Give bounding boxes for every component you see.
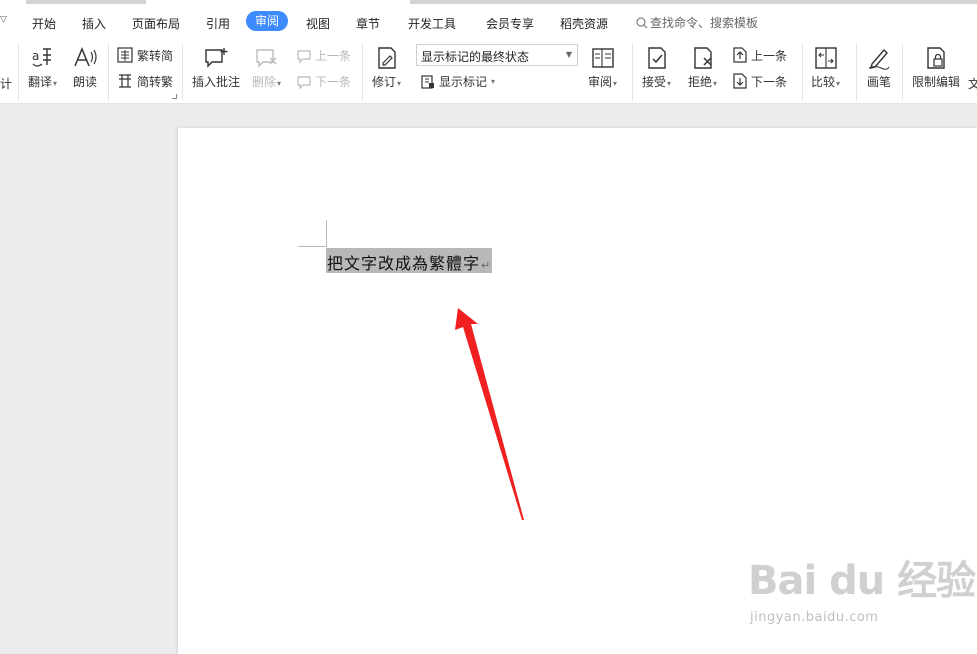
simp-trad-icon [119,74,131,88]
review-label: 审阅 [588,75,613,89]
next-change-label: 下一条 [751,74,788,89]
selected-text-content: 把文字改成為繁體字 [327,254,481,273]
insert-comment-label: 插入批注 [192,75,241,89]
tab-docer[interactable]: 稻壳资源 [560,15,608,32]
search-icon [636,17,648,29]
show-markup-label: 显示标记 [439,75,488,89]
tab-page-layout[interactable]: 页面布局 [132,15,180,32]
pen-icon [868,48,890,70]
delete-comment-button[interactable]: 删除▾ [252,46,281,90]
read-aloud-label: 朗读 [72,75,97,89]
tab-insert[interactable]: 插入 [82,15,106,32]
paragraph-mark-icon: ↵ [481,259,492,272]
command-search[interactable]: 查找命令、搜索模板 [636,14,758,31]
restrict-editing-label: 限制编辑 [912,75,961,89]
tab-section[interactable]: 章节 [356,15,380,32]
annotation-arrow-icon [455,308,524,520]
watermark-logo: Bai du 经验 [748,558,976,604]
separator [856,44,857,100]
watermark-url: jingyan.baidu.com [750,610,879,625]
prev-change-icon [733,47,747,63]
next-comment-icon [297,75,311,89]
tab-view[interactable]: 视图 [306,15,330,32]
prev-comment-label: 上一条 [315,49,352,63]
search-placeholder: 查找命令、搜索模板 [650,16,759,30]
delete-comment-icon [255,49,277,68]
reject-button[interactable]: 拒绝▾ [688,46,717,90]
translate-button[interactable]: a 翻译▾ [28,46,57,90]
review-pane-icon [591,48,614,68]
translate-icon: a [32,48,51,67]
baidu-jingyan-watermark: Bai du 经验 jingyan.baidu.com [748,548,976,638]
tab-home[interactable]: 开始 [32,15,56,32]
tab-review[interactable]: 审阅 [246,11,289,31]
prev-change-label: 上一条 [751,48,788,63]
menu-bar: ▽ 开始 插入 页面布局 引用 审阅 视图 章节 开发工具 会员专享 稻壳资源 … [0,4,977,40]
chevron-down-icon: ▼ [565,50,572,59]
separator [902,44,903,100]
next-change-button[interactable]: 下一条 [732,72,787,90]
simp-to-trad-button[interactable]: 简转繁 [116,72,173,90]
accept-label: 接受 [642,75,667,89]
dialog-launcher[interactable] [172,94,177,99]
word-count-button[interactable]: 计 [0,75,12,92]
chevron-down-icon[interactable]: ▽ [0,15,7,25]
next-comment-button[interactable]: 下一条 [296,73,351,90]
restrict-editing-button[interactable]: 限制编辑 [912,46,960,90]
show-markup-icon [421,74,434,89]
separator [18,44,19,100]
tab-member[interactable]: 会员专享 [486,15,534,32]
reject-icon [693,47,712,69]
read-aloud-icon [74,47,97,67]
track-changes-button[interactable]: 修订▾ [372,46,401,90]
separator [632,44,633,100]
track-changes-label: 修订 [372,75,397,89]
document-protect-button[interactable]: 文 [968,75,977,92]
markup-mode-value: 显示标记的最终状态 [421,50,530,64]
trad-simp-icon [117,47,133,63]
separator [362,44,363,100]
selected-text[interactable]: 把文字改成為繁體字↵ [326,248,493,273]
tab-developer[interactable]: 开发工具 [408,15,456,32]
pen-label: 画笔 [866,75,891,89]
next-change-icon [733,73,747,89]
lock-icon [927,47,945,69]
read-aloud-button[interactable]: 朗读 [72,46,98,90]
svg-text:a: a [32,49,39,63]
trad-to-simp-button[interactable]: 繁转简 [116,46,173,64]
document-protect-label: 文 [968,77,977,91]
accept-button[interactable]: 接受▾ [642,46,671,90]
compare-button[interactable]: 比较▾ [811,46,840,90]
review-pane-button[interactable]: 审阅▾ [588,46,617,90]
pen-button[interactable]: 画笔 [866,46,892,90]
prev-comment-icon [297,49,311,63]
tab-references[interactable]: 引用 [206,15,230,32]
accept-icon [647,47,666,69]
delete-label: 删除 [252,75,277,89]
next-comment-label: 下一条 [315,75,352,89]
prev-comment-button[interactable]: 上一条 [296,47,351,64]
show-markup-button[interactable]: 显示标记 ▾ [420,73,495,90]
simp-to-trad-label: 简转繁 [137,74,174,89]
prev-change-button[interactable]: 上一条 [732,46,787,64]
track-changes-icon [377,47,396,69]
reject-label: 拒绝 [688,75,713,89]
separator [108,44,109,100]
translate-label: 翻译 [28,75,53,89]
margin-crop-mark [326,220,327,247]
compare-icon [814,47,837,69]
separator [182,44,183,100]
separator [802,44,803,100]
markup-mode-select[interactable]: 显示标记的最终状态 ▼ [416,44,578,66]
margin-crop-mark [298,246,326,247]
word-count-label: 计 [0,77,13,91]
insert-comment-button[interactable]: 插入批注 [192,46,240,90]
compare-label: 比较 [811,75,836,89]
insert-comment-icon [205,48,228,68]
ribbon-review: 计 a 翻译▾ 朗读 繁转简 简转繁 插入批注 删除▾ 上一条 下一条 修订▾ [0,40,977,104]
trad-to-simp-label: 繁转简 [137,48,174,63]
